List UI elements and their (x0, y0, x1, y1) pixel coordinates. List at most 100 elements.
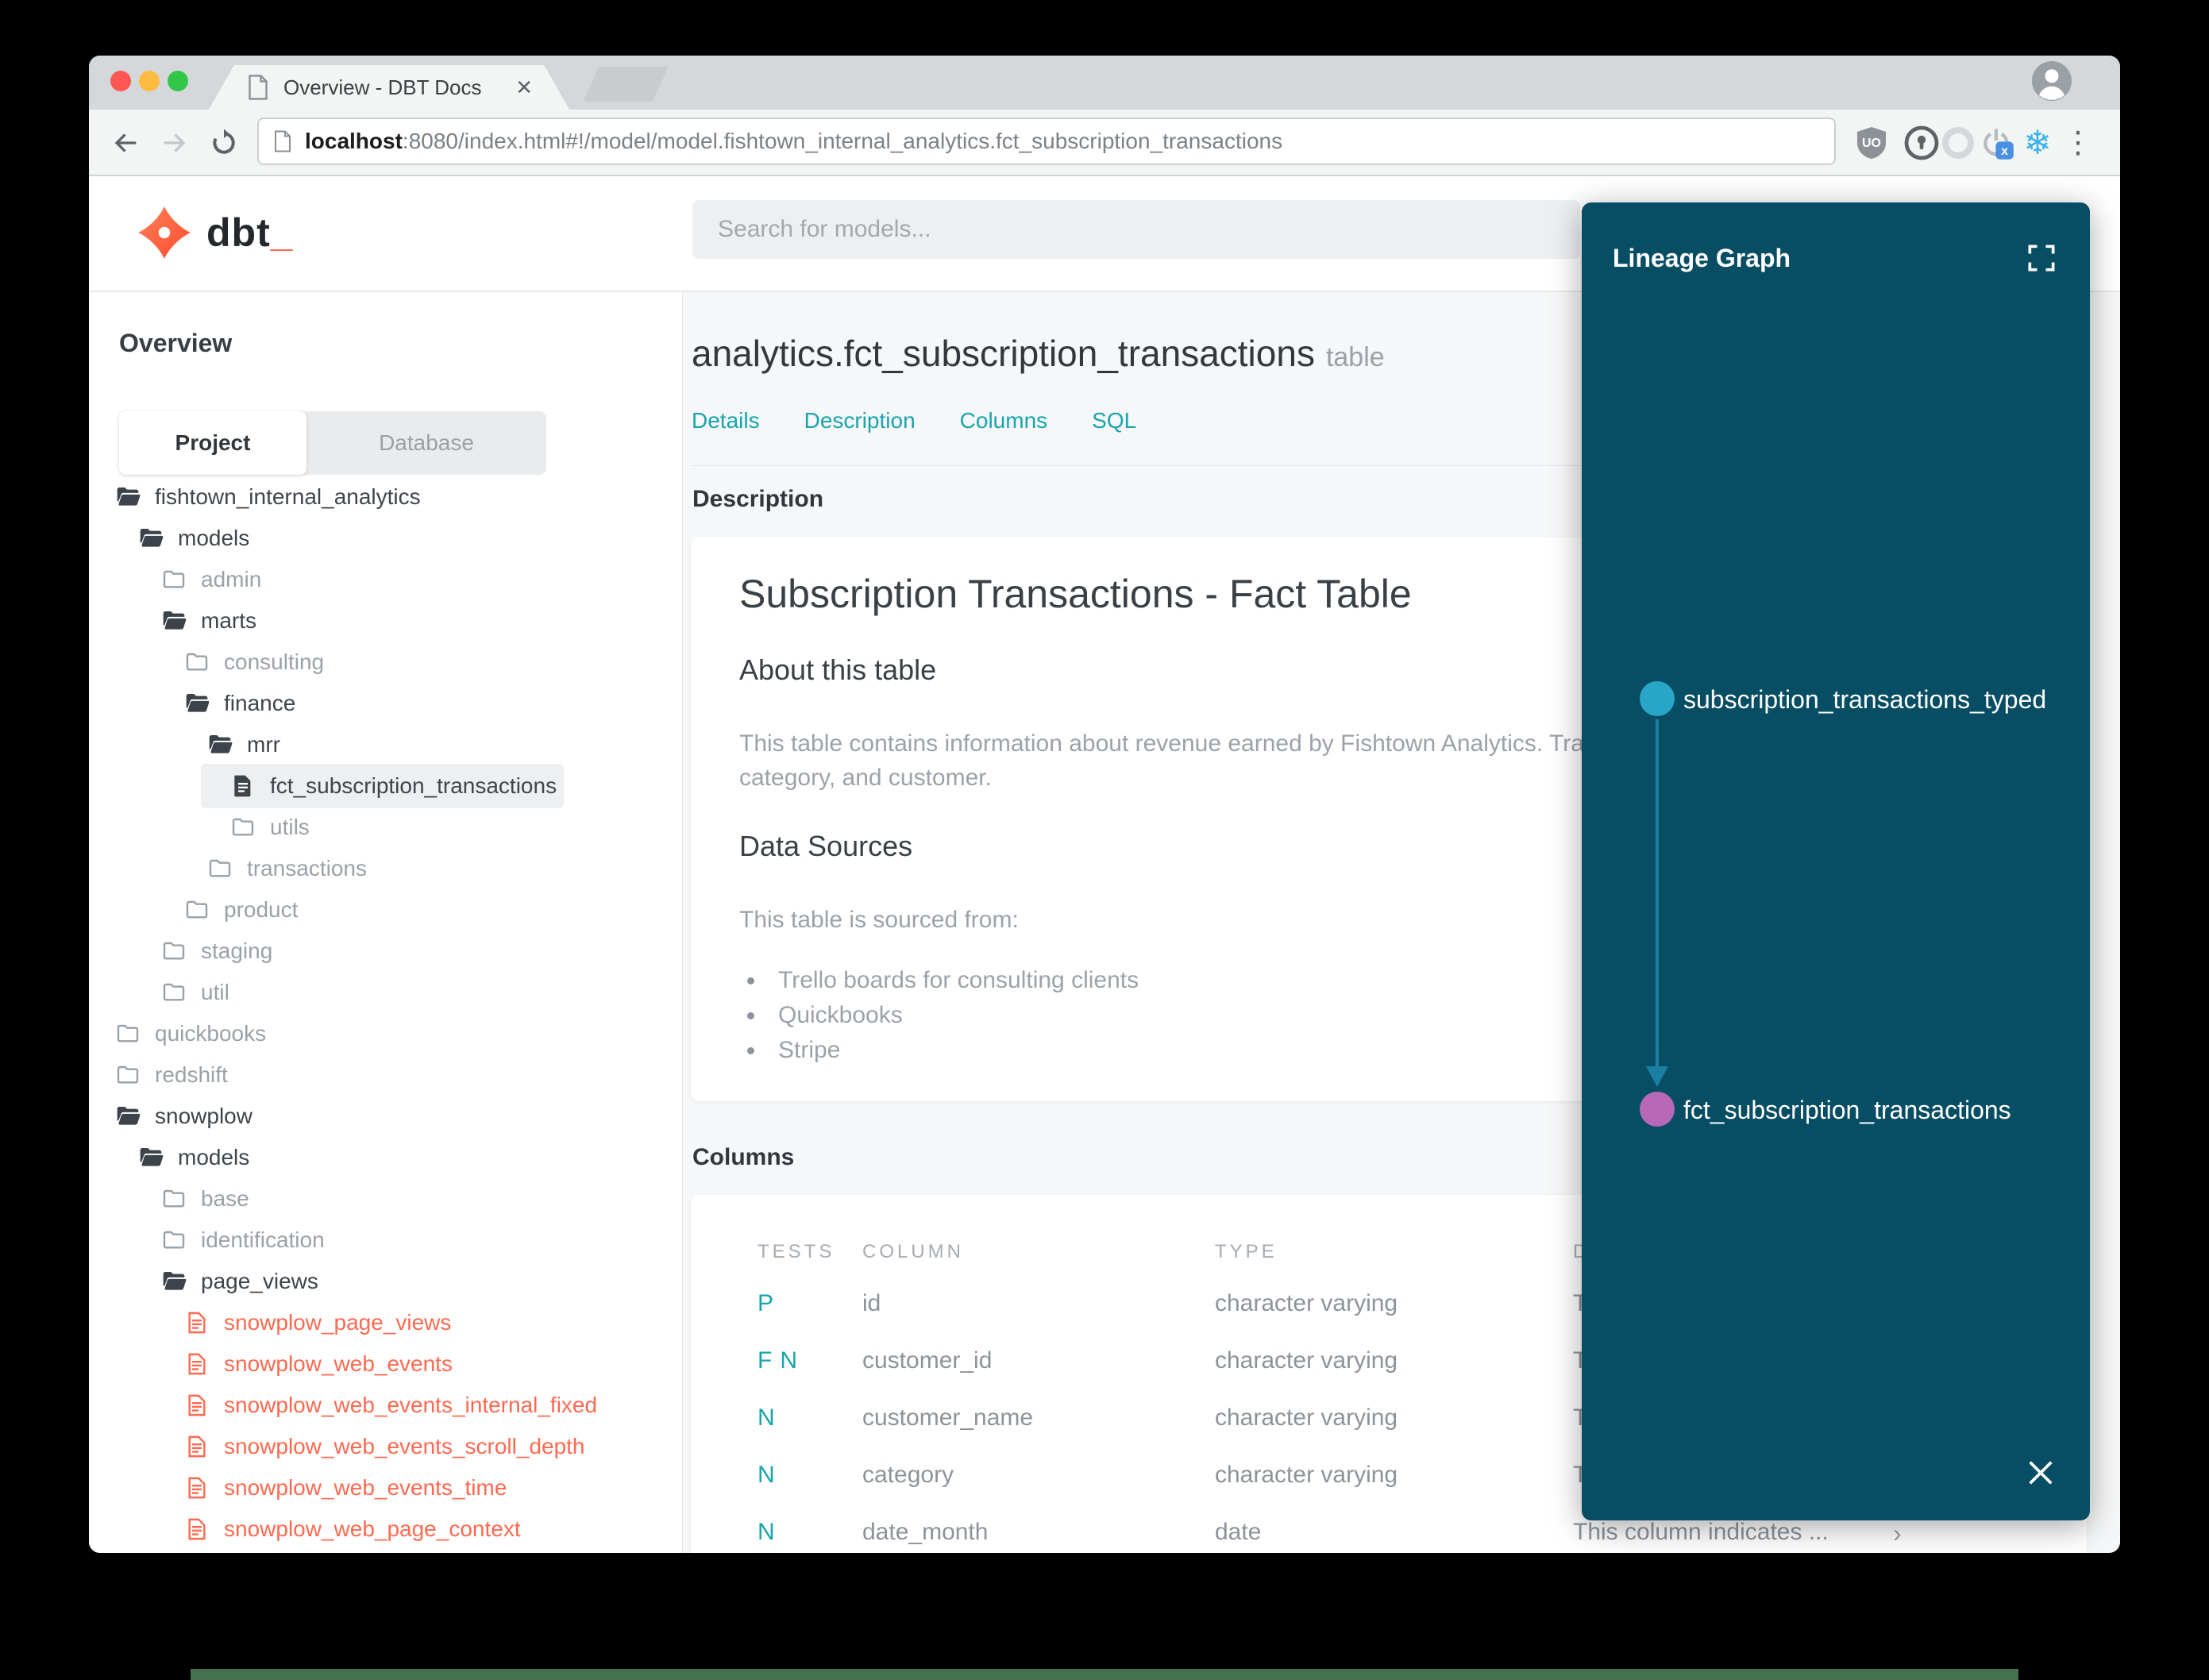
sidebar: Overview Project Database fishtown_inter… (89, 292, 683, 1553)
power-extension-icon[interactable]: x (1978, 124, 2016, 162)
column-row-date_month[interactable]: Ndate_month date This column indicates ...… (691, 1519, 2087, 1553)
disabled-extension-icon[interactable] (1939, 124, 1977, 162)
page-title: analytics.fct_subscription_transactions t… (692, 333, 1385, 374)
lineage-node-target[interactable] (1640, 1092, 1675, 1127)
back-icon[interactable] (110, 127, 141, 159)
url-host: localhost (305, 129, 403, 153)
tree-item-snowplow[interactable]: snowplow (89, 1096, 682, 1137)
tree-item-quickbooks[interactable]: quickbooks (89, 1013, 682, 1054)
folder-closed-icon (161, 938, 187, 964)
tab-sql[interactable]: SQL (1092, 408, 1136, 433)
browser-tabstrip: Overview - DBT Docs ✕ (89, 56, 2120, 110)
tab-database[interactable]: Database (306, 411, 546, 475)
reload-icon[interactable] (208, 127, 240, 159)
tree-item-label: snowplow_web_events_internal_fixed (224, 1393, 598, 1417)
column-name: customer_name (862, 1404, 1034, 1431)
page-favicon-icon (249, 75, 268, 100)
tab-columns[interactable]: Columns (960, 408, 1047, 433)
tree-item-marts[interactable]: marts (89, 600, 682, 642)
lineage-node-source[interactable] (1640, 681, 1675, 716)
tree-item-finance[interactable]: finance (89, 683, 682, 724)
sources-intro: This table is sourced from: (739, 907, 1019, 933)
tree-item-label: base (201, 1186, 249, 1211)
snowflake-extension-icon[interactable]: ❄ (2018, 124, 2057, 162)
zoom-window-button[interactable] (168, 71, 188, 91)
minimize-window-button[interactable] (139, 71, 160, 91)
tree-item-label: admin (201, 567, 262, 591)
tree-item-identification[interactable]: identification (89, 1220, 682, 1261)
source-label: Stripe (778, 1037, 841, 1063)
dbt-logo[interactable]: dbt_ (138, 206, 294, 259)
tree-item-utils[interactable]: utils (89, 807, 682, 848)
about-heading: About this table (739, 653, 937, 686)
folder-closed-icon (115, 1021, 141, 1046)
password-manager-extension-icon[interactable] (1903, 124, 1941, 162)
tree-item-redshift[interactable]: redshift (89, 1054, 682, 1096)
source-list-item: Quickbooks (739, 998, 1139, 1033)
tests-header: TESTS (758, 1241, 835, 1262)
tab-details[interactable]: Details (692, 408, 760, 433)
address-bar[interactable]: localhost:8080/index.html#!/model/model.… (257, 118, 1836, 165)
about-paragraph: This table contains information about re… (739, 726, 1610, 795)
sidebar-view-toggle: Project Database (119, 411, 546, 475)
columns-section-label: Columns (692, 1144, 795, 1170)
tree-item-snowplow_web_events_time[interactable]: snowplow_web_events_time (89, 1467, 682, 1509)
tree-item-admin[interactable]: admin (89, 559, 682, 600)
tree-item-mrr[interactable]: mrr (89, 724, 682, 765)
tree-item-fct_subscription_transactions[interactable]: fct_subscription_transactions (89, 764, 682, 808)
folder-closed-icon (115, 1062, 141, 1088)
tab-description[interactable]: Description (804, 408, 916, 433)
test-badge: F (758, 1347, 773, 1374)
lineage-title: Lineage Graph (1613, 244, 1791, 272)
column-name: id (862, 1290, 881, 1316)
column-type: character varying (1215, 1404, 1398, 1431)
browser-menu-icon[interactable]: ⋮ (2059, 124, 2097, 162)
tree-item-label: transactions (247, 856, 367, 880)
url-path: :8080/index.html#!/model/model.fishtown_… (402, 129, 1283, 153)
tree-item-product[interactable]: product (89, 889, 682, 931)
tab-project[interactable]: Project (119, 411, 306, 475)
tree-item-staging[interactable]: staging (89, 931, 682, 972)
url-text: localhost:8080/index.html#!/model/model.… (305, 129, 1282, 154)
model-file-error-icon (184, 1393, 210, 1418)
close-tab-icon[interactable]: ✕ (515, 77, 533, 98)
tree-item-util[interactable]: util (89, 972, 682, 1013)
column-type: character varying (1215, 1347, 1398, 1374)
description-section-label: Description (692, 486, 824, 512)
tree-item-snowplow_page_views[interactable]: snowplow_page_views (89, 1302, 682, 1343)
tree-item-label: redshift (155, 1062, 228, 1087)
tree-item-models[interactable]: models (89, 518, 682, 559)
ublock-extension-icon[interactable]: UO (1852, 124, 1891, 162)
tree-item-fishtown_internal_analytics[interactable]: fishtown_internal_analytics (89, 476, 682, 518)
lineage-node-source-label: subscription_transactions_typed (1683, 685, 2047, 714)
expand-icon[interactable] (2024, 241, 2059, 276)
folder-closed-icon (207, 856, 233, 881)
column-header: COLUMN (862, 1241, 965, 1262)
svg-text:x: x (2001, 144, 2008, 158)
tree-item-snowplow_web_events[interactable]: snowplow_web_events (89, 1343, 682, 1385)
model-file-error-icon (184, 1310, 210, 1335)
about-paragraph-line: This table contains information about re… (739, 730, 1610, 757)
tree-item-snowplow_web_events_internal_fixed[interactable]: snowplow_web_events_internal_fixed (89, 1385, 682, 1426)
tree-item-label: snowplow_web_events_scroll_depth (224, 1434, 585, 1458)
page-icon (275, 130, 291, 152)
tree-item-models[interactable]: models (89, 1137, 682, 1178)
tree-item-label: snowplow_web_page_context (224, 1516, 521, 1541)
folder-open-icon (184, 691, 210, 716)
close-window-button[interactable] (110, 71, 131, 91)
tree-item-label: consulting (224, 649, 325, 674)
tree-item-transactions[interactable]: transactions (89, 848, 682, 889)
tree-item-snowplow_web_page_context[interactable]: snowplow_web_page_context (89, 1509, 682, 1550)
close-icon[interactable] (2025, 1457, 2057, 1489)
new-tab-button[interactable] (583, 67, 669, 102)
forward-icon[interactable] (159, 127, 191, 159)
tree-item-base[interactable]: base (89, 1178, 682, 1220)
source-label: Trello boards for consulting clients (778, 967, 1139, 993)
tree-item-label: fct_subscription_transactions (270, 773, 557, 798)
tree-item-snowplow_web_events_scroll_depth[interactable]: snowplow_web_events_scroll_depth (89, 1426, 682, 1467)
search-input[interactable]: Search for models... (692, 200, 1580, 259)
browser-profile-avatar[interactable] (2028, 57, 2076, 105)
browser-tab[interactable]: Overview - DBT Docs ✕ (209, 65, 569, 110)
tree-item-page_views[interactable]: page_views (89, 1261, 682, 1302)
tree-item-consulting[interactable]: consulting (89, 642, 682, 683)
